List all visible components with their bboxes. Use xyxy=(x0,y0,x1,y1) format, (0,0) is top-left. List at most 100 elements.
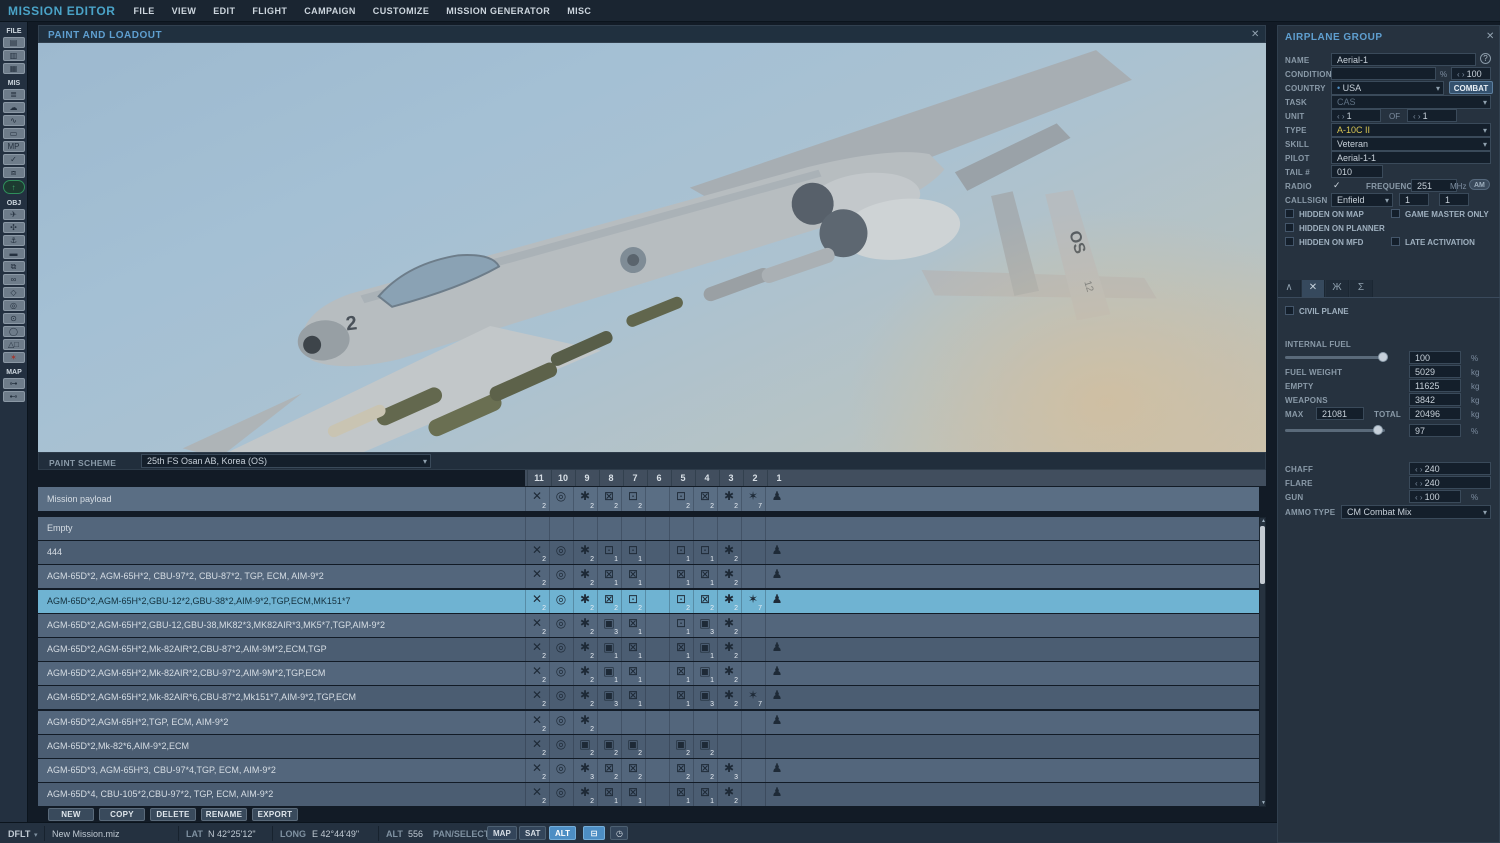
country-select[interactable]: • USA▾ xyxy=(1331,81,1444,95)
total-weight-slider[interactable] xyxy=(1285,429,1385,432)
validate-icon[interactable]: ✓ xyxy=(3,154,25,165)
briefing-icon[interactable]: ≣ xyxy=(3,89,25,100)
unit-group-icon[interactable]: ◯ xyxy=(3,326,25,337)
loadout-row-selected[interactable]: AGM-65D*2,AGM-65H*2,GBU-12*2,GBU-38*2,AI… xyxy=(38,590,1259,613)
hidden-on-planner-checkbox[interactable] xyxy=(1285,223,1294,232)
open-mission-icon[interactable]: ▥ xyxy=(3,50,25,61)
ammo-type-select[interactable]: CM Combat Mix▾ xyxy=(1341,505,1491,519)
callsign-select[interactable]: Enfield▾ xyxy=(1331,193,1393,207)
late-activation-checkbox[interactable] xyxy=(1391,237,1400,246)
loadout-row[interactable]: AGM-65D*2,AGM-65H*2,Mk-82AIR*2,CBU-87*2,… xyxy=(38,638,1259,661)
zone-icon[interactable]: ▭ xyxy=(3,128,25,139)
close-icon[interactable]: ✕ xyxy=(1486,31,1494,42)
mission-payload-row[interactable]: Mission payload ✕2◎✱2⊠2⊡2⊡2⊠2✱2✶7♟ xyxy=(38,487,1259,511)
static-object-icon[interactable]: ⧉ xyxy=(3,261,25,272)
menu-item-customize[interactable]: CUSTOMIZE xyxy=(373,6,429,16)
airplane-icon[interactable]: ✈ xyxy=(3,209,25,220)
waypoint-icon[interactable]: ◇ xyxy=(3,287,25,298)
scrollbar-thumb[interactable] xyxy=(1260,526,1265,584)
loadout-row[interactable]: AGM-65D*3, AGM-65H*3, CBU-97*4,TGP, ECM,… xyxy=(38,759,1259,782)
menu-item-misc[interactable]: MISC xyxy=(567,6,591,16)
ruler-icon[interactable]: ⊷ xyxy=(3,391,25,402)
map-view-button[interactable]: MAP xyxy=(487,826,517,840)
chaff-spinner[interactable]: ‹ ›240 xyxy=(1409,462,1491,475)
hidden-on-mfd-checkbox[interactable] xyxy=(1285,237,1294,246)
loadout-row[interactable]: AGM-65D*2,AGM-65H*2,GBU-12,GBU-38,MK82*3… xyxy=(38,614,1259,637)
loadout-row[interactable]: AGM-65D*2,AGM-65H*2,Mk-82AIR*6,CBU-87*2,… xyxy=(38,686,1259,709)
hidden-on-map-checkbox[interactable] xyxy=(1285,209,1294,218)
alt-view-button[interactable]: ALT xyxy=(549,826,576,840)
linked-group-icon[interactable]: ∞ xyxy=(3,274,25,285)
bullseye-icon[interactable]: ⊙ xyxy=(3,313,25,324)
loadout-row[interactable]: AGM-65D*2,AGM-65H*2,TGP, ECM, AIM-9*2✕2◎… xyxy=(38,711,1259,734)
tab-payload[interactable]: ✕ xyxy=(1302,280,1325,297)
menu-item-mission-generator[interactable]: MISSION GENERATOR xyxy=(446,6,550,16)
tab-aircraft-systems[interactable]: Ж xyxy=(1326,280,1349,297)
unit-of-spinner[interactable]: ‹ ›1 xyxy=(1407,109,1457,122)
template-icon[interactable]: ◎ xyxy=(3,300,25,311)
sat-view-button[interactable]: SAT xyxy=(519,826,546,840)
ship-icon[interactable]: ⚓ xyxy=(3,235,25,246)
close-icon[interactable]: ✕ xyxy=(1251,29,1259,40)
tab-summary[interactable]: Σ xyxy=(1350,280,1373,297)
new-button[interactable]: NEW xyxy=(48,808,94,821)
max-weight-field[interactable]: 21081 xyxy=(1316,407,1364,420)
explosion-icon[interactable]: ✶ xyxy=(3,352,25,363)
export-button[interactable]: EXPORT xyxy=(252,808,298,821)
triggers-icon[interactable]: ⧈ xyxy=(3,167,25,178)
menu-item-flight[interactable]: FLIGHT xyxy=(252,6,287,16)
game-master-only-checkbox[interactable] xyxy=(1391,209,1400,218)
weather-icon[interactable]: ☁ xyxy=(3,102,25,113)
callsign-number-2[interactable]: 1 xyxy=(1439,193,1469,206)
paint-scheme-select[interactable]: 25th FS Osan AB, Korea (OS)▾ xyxy=(141,454,431,468)
fuel-weight-field[interactable]: 5029 xyxy=(1409,365,1461,378)
internal-fuel-slider[interactable] xyxy=(1285,356,1385,359)
menu-item-file[interactable]: FILE xyxy=(134,6,155,16)
new-mission-icon[interactable]: ▤ xyxy=(3,37,25,48)
copy-button[interactable]: COPY xyxy=(99,808,145,821)
skill-select[interactable]: Veteran▾ xyxy=(1331,137,1491,151)
clock-icon[interactable]: ◷ xyxy=(610,826,628,840)
flare-spinner[interactable]: ‹ ›240 xyxy=(1409,476,1491,489)
key-icon[interactable]: ⊶ xyxy=(3,378,25,389)
delete-button[interactable]: DELETE xyxy=(150,808,196,821)
type-select[interactable]: A-10C II▾ xyxy=(1331,123,1491,137)
condition-field[interactable] xyxy=(1331,67,1436,80)
loadout-row[interactable]: AGM-65D*2, AGM-65H*2, CBU-97*2, CBU-87*2… xyxy=(38,565,1259,588)
run-mission-icon[interactable]: ↑ xyxy=(3,180,25,194)
pilot-field[interactable]: Aerial-1-1 xyxy=(1331,151,1491,164)
civil-plane-checkbox[interactable] xyxy=(1285,306,1294,315)
menu-item-campaign[interactable]: CAMPAIGN xyxy=(304,6,356,16)
help-icon[interactable]: ? xyxy=(1480,53,1491,64)
gun-spinner[interactable]: ‹ ›100 xyxy=(1409,490,1461,503)
helicopter-icon[interactable]: ✣ xyxy=(3,222,25,233)
profile-select[interactable]: DFLT xyxy=(8,829,30,839)
profile-caret-icon[interactable]: ▾ xyxy=(34,831,38,839)
am-toggle[interactable]: AM xyxy=(1469,179,1490,190)
total-percent-field[interactable]: 97 xyxy=(1409,424,1461,437)
tail-number-field[interactable]: 010 xyxy=(1331,165,1383,178)
loadout-row[interactable]: Empty xyxy=(38,517,1259,540)
distance-tool-icon[interactable]: ⊟ xyxy=(583,826,605,840)
radio-checkbox[interactable]: ✓ xyxy=(1333,180,1341,191)
combat-button[interactable]: COMBAT xyxy=(1449,81,1493,94)
menu-item-edit[interactable]: EDIT xyxy=(213,6,235,16)
loadout-row[interactable]: AGM-65D*4, CBU-105*2,CBU-97*2, TGP, ECM,… xyxy=(38,783,1259,806)
loadout-row[interactable]: AGM-65D*2,Mk-82*6,AIM-9*2,ECM✕2◎▣2▣2▣2▣2… xyxy=(38,735,1259,758)
route-icon[interactable]: ∿ xyxy=(3,115,25,126)
task-select[interactable]: CAS▾ xyxy=(1331,95,1491,109)
save-mission-icon[interactable]: ▦ xyxy=(3,63,25,74)
unit-count-spinner[interactable]: ‹ ›1 xyxy=(1331,109,1381,122)
shapes-icon[interactable]: △□ xyxy=(3,339,25,350)
rename-button[interactable]: RENAME xyxy=(201,808,247,821)
mp-icon[interactable]: MP xyxy=(3,141,25,152)
vehicle-icon[interactable]: ▬ xyxy=(3,248,25,259)
condition-spinner[interactable]: ‹ ›100 xyxy=(1451,67,1491,80)
loadout-row[interactable]: AGM-65D*2,AGM-65H*2,Mk-82AIR*2,CBU-97*2,… xyxy=(38,662,1259,685)
tab-route[interactable]: ∧ xyxy=(1278,280,1301,297)
internal-fuel-field[interactable]: 100 xyxy=(1409,351,1461,364)
loadout-row[interactable]: 444✕2◎✱2⊡1⊡1⊡1⊡1✱2♟ xyxy=(38,541,1259,564)
callsign-number-1[interactable]: 1 xyxy=(1399,193,1429,206)
name-field[interactable]: Aerial-1 xyxy=(1331,53,1476,66)
list-scrollbar[interactable]: ▲ ▼ xyxy=(1259,517,1266,807)
